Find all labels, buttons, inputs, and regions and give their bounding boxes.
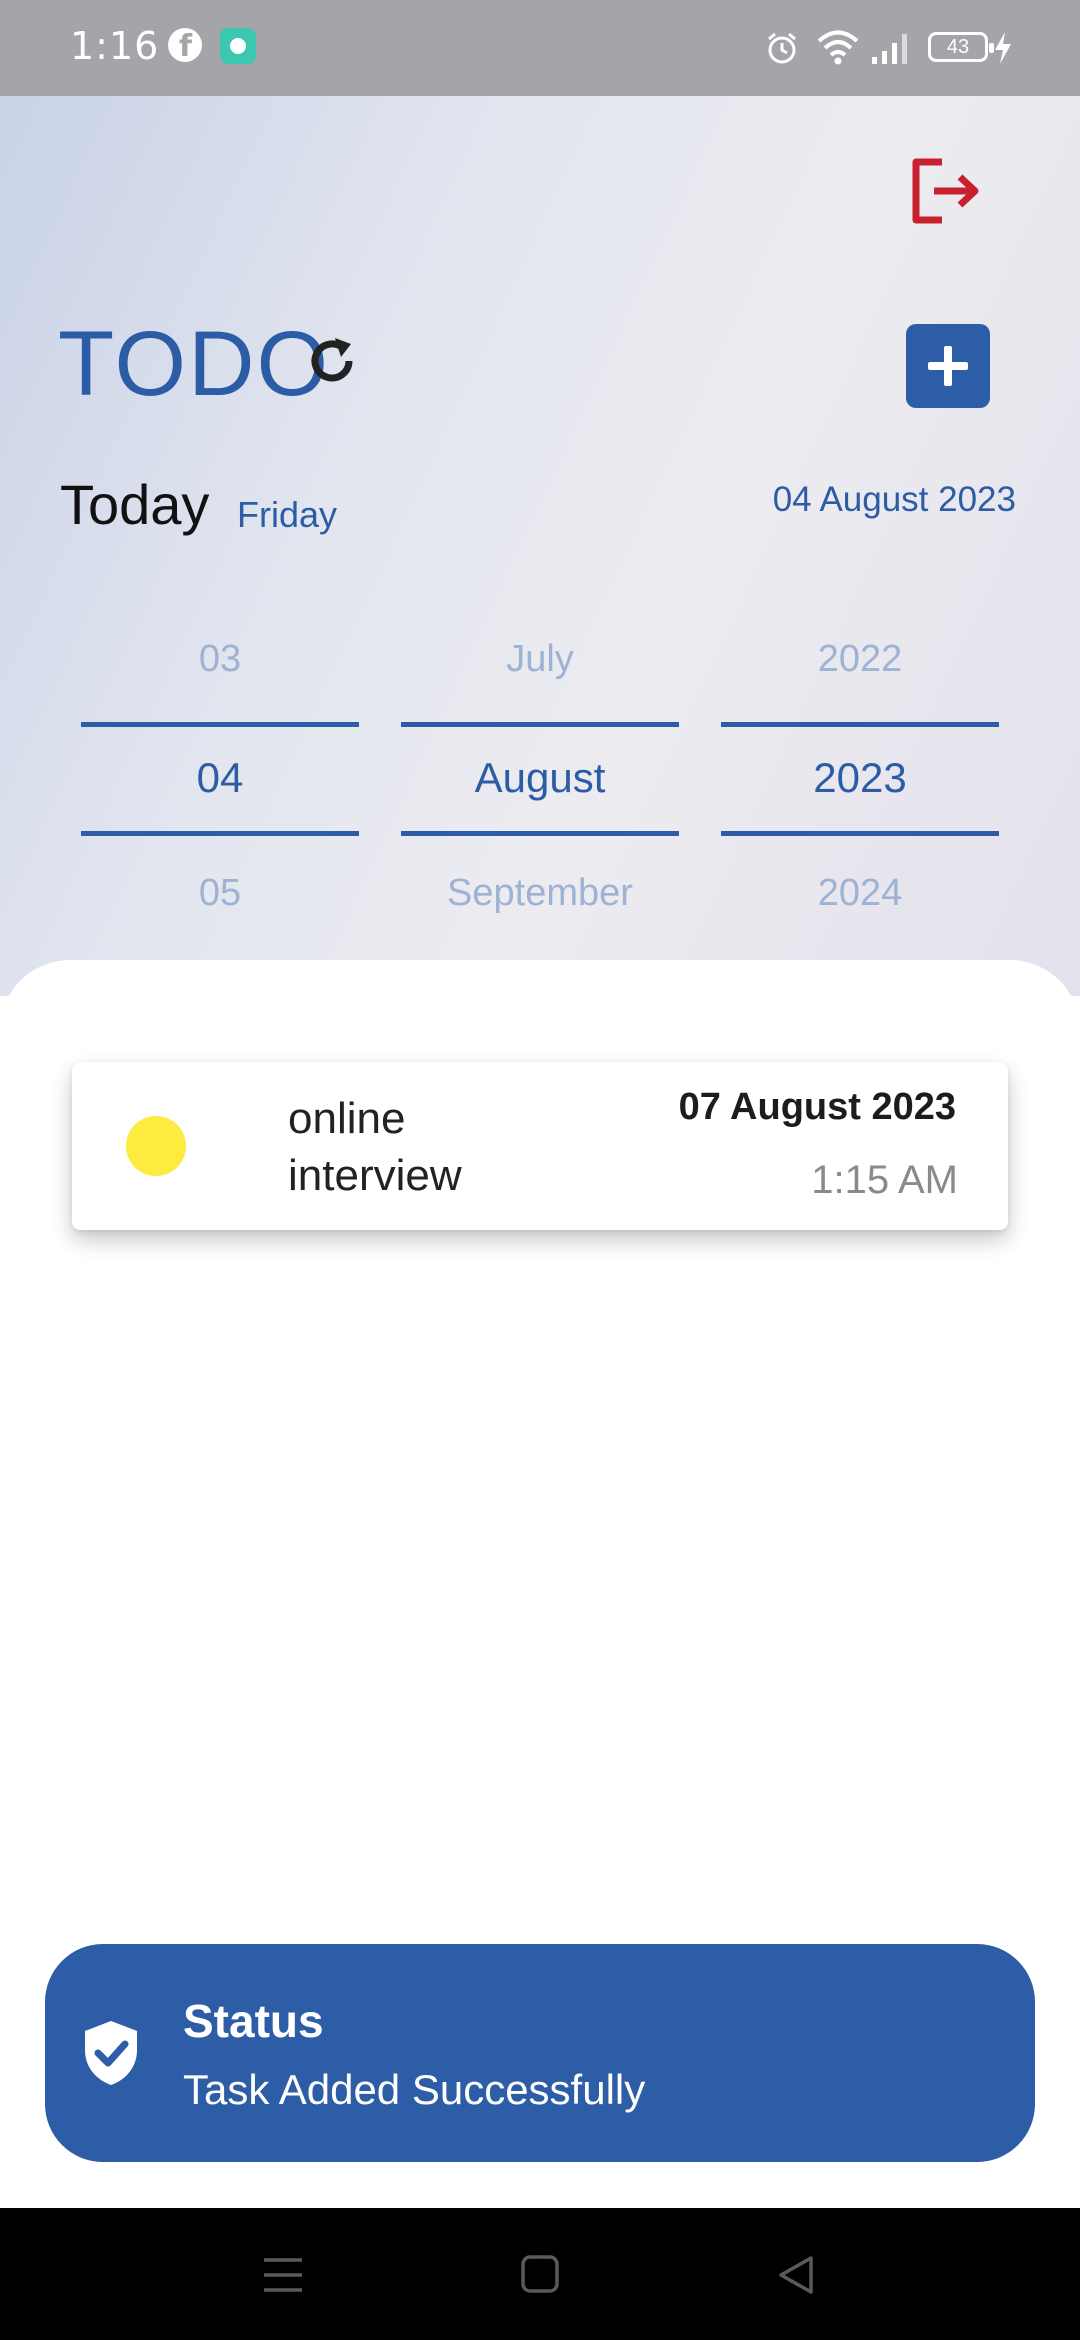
refresh-icon[interactable] (305, 334, 359, 388)
current-date: 04 August 2023 (772, 480, 1016, 519)
year-picker[interactable]: 2022 2023 2024 (721, 620, 999, 920)
day-next[interactable]: 05 (81, 872, 359, 915)
battery-icon: 43 (928, 32, 994, 62)
add-task-button[interactable] (906, 324, 990, 408)
logout-icon[interactable] (912, 158, 982, 224)
task-date: 07 August 2023 (678, 1086, 956, 1128)
signal-icon (872, 34, 907, 64)
task-status-dot (126, 1116, 186, 1176)
task-time: 1:15 AM (811, 1158, 958, 1202)
weekday-label: Friday (237, 494, 338, 535)
day-selected[interactable]: 04 (81, 722, 359, 836)
today-label: Today (60, 473, 210, 536)
charging-icon (995, 32, 1011, 64)
status-time: 1:16 (70, 24, 160, 68)
month-picker[interactable]: July August September (401, 620, 679, 920)
shield-check-icon (85, 2021, 137, 2085)
menu-icon[interactable] (258, 2254, 308, 2296)
app-notification-icon (220, 28, 256, 64)
year-prev[interactable]: 2022 (721, 638, 999, 681)
navigation-bar (0, 2208, 1080, 2340)
year-next[interactable]: 2024 (721, 872, 999, 915)
task-title: online interview (288, 1094, 462, 1200)
task-card[interactable]: online interview 07 August 2023 1:15 AM (72, 1062, 1008, 1230)
month-prev[interactable]: July (401, 638, 679, 681)
back-icon[interactable] (773, 2254, 823, 2296)
day-picker[interactable]: 03 04 05 (81, 620, 359, 920)
month-selected[interactable]: August (401, 722, 679, 836)
year-selected[interactable]: 2023 (721, 722, 999, 836)
facebook-icon: f (168, 28, 202, 64)
day-prev[interactable]: 03 (81, 638, 359, 681)
status-bar: 1:16 f 43 (0, 0, 1080, 96)
page-title: TODO (58, 313, 331, 415)
wifi-icon (817, 30, 859, 65)
home-icon[interactable] (515, 2254, 565, 2296)
month-next[interactable]: September (401, 872, 679, 915)
status-toast[interactable]: Status Task Added Successfully (45, 1944, 1035, 2162)
toast-message: Task Added Successfully (183, 2066, 646, 2113)
alarm-icon (768, 32, 796, 64)
toast-title: Status (183, 1995, 324, 2047)
